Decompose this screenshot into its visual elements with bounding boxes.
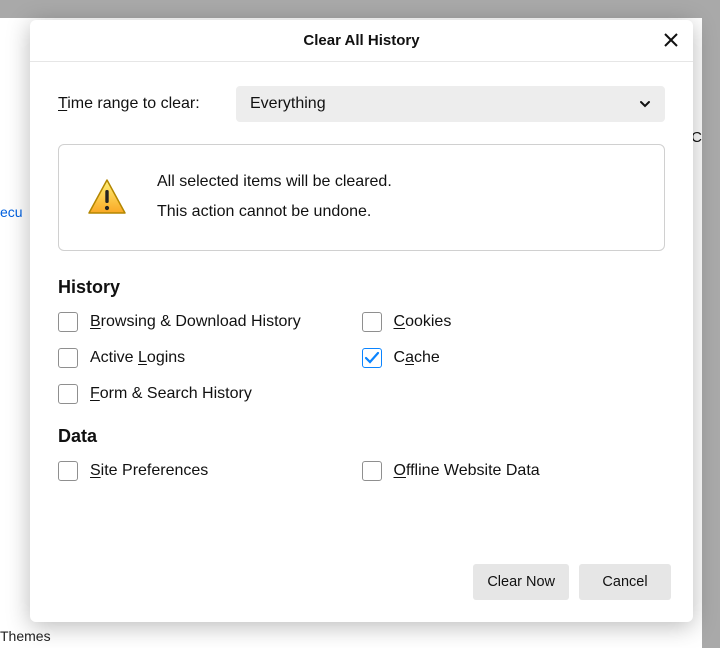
history-options: Browsing & Download History Cookies Acti… xyxy=(58,312,665,404)
background-link-fragment: ecu xyxy=(0,204,23,220)
dialog-footer: Clear Now Cancel xyxy=(30,564,693,622)
cancel-button[interactable]: Cancel xyxy=(579,564,671,600)
checkbox-box xyxy=(58,348,78,368)
clear-history-dialog: Clear All History Time range to clear: E… xyxy=(30,20,693,622)
data-options: Site Preferences Offline Website Data xyxy=(58,461,665,481)
warning-panel: All selected items will be cleared. This… xyxy=(58,144,665,251)
close-button[interactable] xyxy=(657,26,685,54)
checkbox-box xyxy=(362,312,382,332)
warning-line2: This action cannot be undone. xyxy=(157,197,392,227)
checkbox-site-preferences[interactable]: Site Preferences xyxy=(58,461,362,481)
warning-text: All selected items will be cleared. This… xyxy=(157,167,392,228)
checkbox-label: Offline Website Data xyxy=(394,462,540,480)
checkbox-label: Browsing & Download History xyxy=(90,313,301,331)
background-themes-label: Themes xyxy=(0,628,51,644)
checkbox-label: Site Preferences xyxy=(90,462,208,480)
warning-icon xyxy=(87,177,127,217)
checkbox-box xyxy=(58,461,78,481)
dialog-body: Time range to clear: Everything xyxy=(30,62,693,564)
checkbox-offline-website-data[interactable]: Offline Website Data xyxy=(362,461,666,481)
chevron-down-icon xyxy=(639,98,651,110)
checkbox-label: Form & Search History xyxy=(90,385,252,403)
time-range-label: Time range to clear: xyxy=(58,95,236,113)
dialog-title: Clear All History xyxy=(303,32,419,49)
checkbox-browsing-history[interactable]: Browsing & Download History xyxy=(58,312,362,332)
dialog-header: Clear All History xyxy=(30,20,693,62)
time-range-row: Time range to clear: Everything xyxy=(58,86,665,122)
section-data-title: Data xyxy=(58,426,665,447)
checkbox-cache[interactable]: Cache xyxy=(362,348,666,368)
checkbox-active-logins[interactable]: Active Logins xyxy=(58,348,362,368)
close-icon xyxy=(664,33,678,47)
checkbox-cookies[interactable]: Cookies xyxy=(362,312,666,332)
checkbox-label: Active Logins xyxy=(90,349,185,367)
checkbox-box xyxy=(58,312,78,332)
time-range-select[interactable]: Everything xyxy=(236,86,665,122)
checkbox-form-search-history[interactable]: Form & Search History xyxy=(58,384,362,404)
checkbox-box xyxy=(58,384,78,404)
checkbox-label: Cache xyxy=(394,349,440,367)
time-range-value: Everything xyxy=(250,95,326,113)
checkbox-label: Cookies xyxy=(394,313,452,331)
checkbox-box xyxy=(362,461,382,481)
checkbox-box xyxy=(362,348,382,368)
section-history-title: History xyxy=(58,277,665,298)
warning-line1: All selected items will be cleared. xyxy=(157,167,392,197)
clear-now-button[interactable]: Clear Now xyxy=(473,564,569,600)
